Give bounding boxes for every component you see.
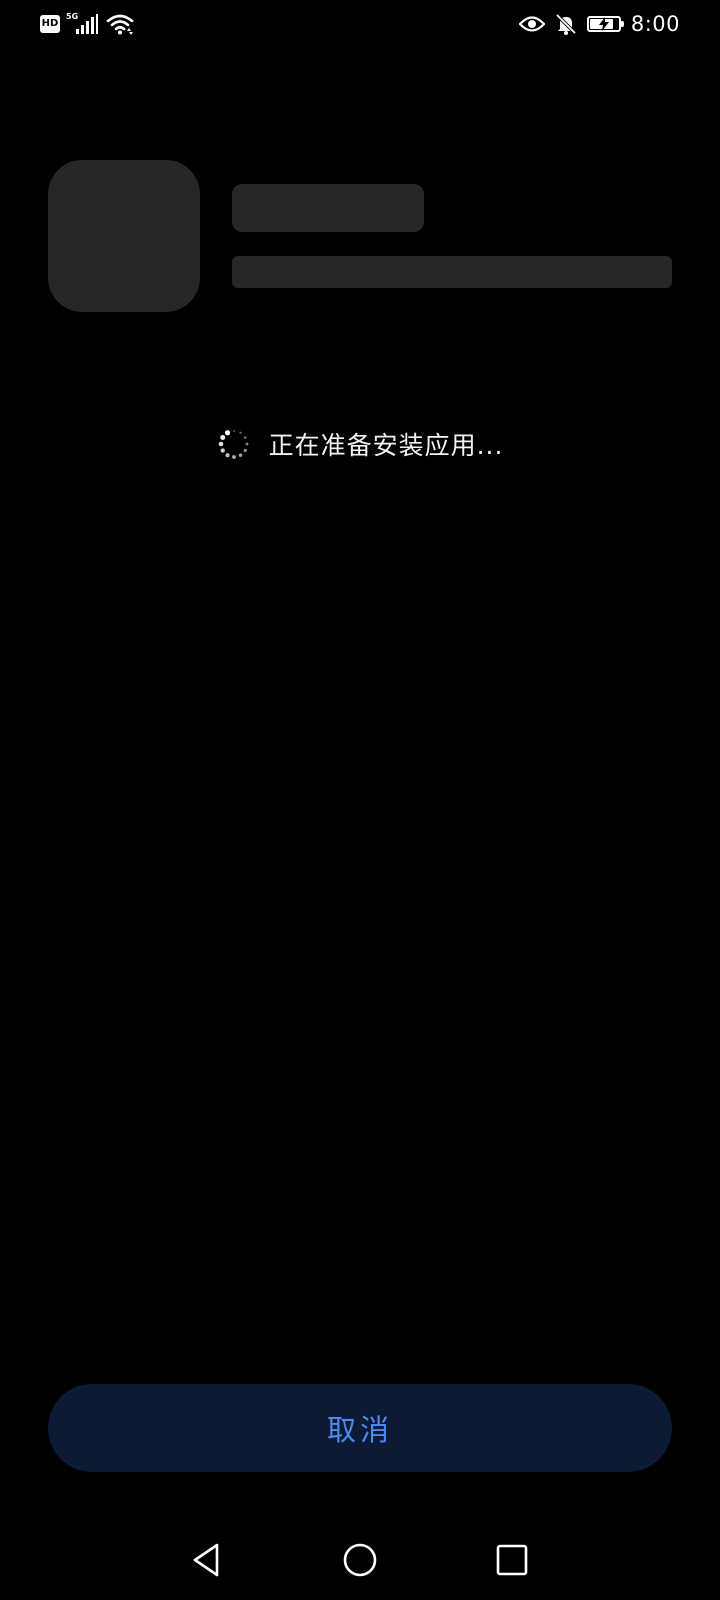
status-bar-time: 8:00: [630, 12, 680, 36]
spinner-dot: [219, 435, 225, 440]
app-name-placeholder: [232, 184, 424, 232]
app-icon-placeholder: [48, 160, 200, 312]
status-bar-right: 8:00: [518, 10, 680, 38]
hd-icon: HD: [40, 15, 60, 33]
cellular-signal-icon: 5G: [66, 12, 100, 36]
spinner-dot: [238, 431, 242, 434]
battery-charging-icon: [586, 16, 624, 32]
cancel-button[interactable]: 取消: [48, 1384, 672, 1472]
back-icon: [193, 1543, 219, 1577]
spinner-dot: [232, 430, 235, 432]
recents-button[interactable]: [490, 1538, 534, 1582]
recents-icon: [496, 1544, 528, 1576]
status-bar-left: HD 5G: [40, 12, 134, 36]
status-bar: HD 5G 8:00: [0, 0, 720, 48]
spinner-dot: [243, 436, 247, 439]
spinner-dot: [238, 453, 242, 457]
install-status-text: 正在准备安装应用...: [268, 431, 504, 460]
eye-comfort-icon: [518, 16, 545, 32]
loading-spinner-icon: [218, 430, 249, 459]
home-icon: [343, 1543, 377, 1577]
spinner-dot: [218, 441, 223, 447]
back-button[interactable]: [184, 1538, 228, 1582]
spinner-dot: [224, 430, 230, 436]
wifi-icon: [106, 14, 134, 35]
spinner-dot: [243, 448, 247, 453]
charging-bolt-icon: [598, 17, 609, 31]
app-description-placeholder: [232, 256, 672, 288]
spinner-dot: [220, 448, 225, 453]
install-progress: 正在准备安装应用...: [0, 424, 720, 464]
spinner-dot: [225, 453, 230, 458]
home-button[interactable]: [338, 1538, 382, 1582]
notifications-off-icon: [555, 13, 577, 35]
cancel-button-label: 取消: [326, 1413, 393, 1447]
spinner-dot: [245, 442, 249, 446]
navigation-bar: [0, 1520, 720, 1600]
spinner-dot: [231, 455, 236, 459]
